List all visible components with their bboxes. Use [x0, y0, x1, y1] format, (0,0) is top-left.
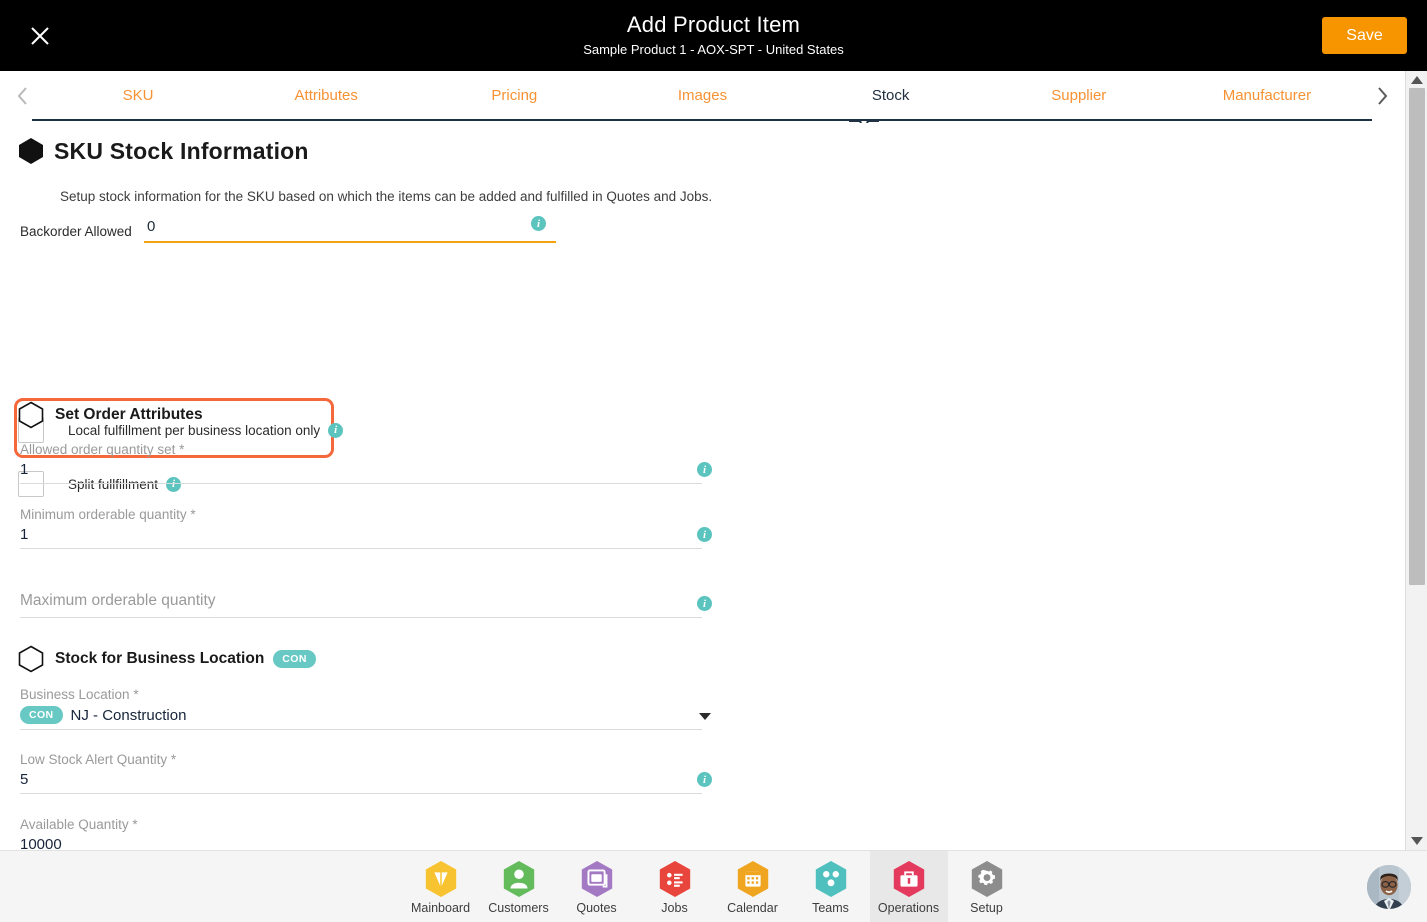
minimum-orderable-quantity-field[interactable]: Minimum orderable quantity * 1 i	[20, 507, 712, 549]
business-location-select[interactable]: Business Location * CON NJ - Construction	[20, 687, 711, 730]
mainboard-icon	[425, 860, 456, 898]
info-icon[interactable]: i	[697, 596, 712, 611]
allowed-order-quantity-value: 1	[20, 461, 29, 478]
modal-titlebar: Add Product Item Sample Product 1 - AOX-…	[0, 0, 1427, 71]
jobs-icon	[659, 860, 690, 898]
nav-item-customers[interactable]: Customers	[480, 851, 558, 922]
info-icon[interactable]: i	[697, 527, 712, 542]
backorder-allowed-label: Backorder Allowed	[20, 224, 132, 239]
nav-item-setup[interactable]: Setup	[948, 851, 1026, 922]
set-order-attributes-header: Set Order Attributes	[18, 401, 203, 429]
available-quantity-field[interactable]: Available Quantity * 10000	[20, 817, 702, 850]
status-badge: CON	[273, 650, 316, 668]
business-location-value-row: CON NJ - Construction	[20, 706, 702, 729]
nav-item-quotes[interactable]: Quotes	[558, 851, 636, 922]
setup-icon	[971, 860, 1002, 898]
nav-label-setup: Setup	[970, 901, 1003, 915]
nav-label-customers: Customers	[488, 901, 549, 915]
low-stock-alert-quantity-field[interactable]: Low Stock Alert Quantity * 5 i	[20, 752, 712, 794]
available-quantity-label: Available Quantity *	[20, 817, 138, 832]
maximum-orderable-quantity-placeholder: Maximum orderable quantity	[20, 592, 216, 609]
nav-label-quotes: Quotes	[576, 901, 617, 915]
tabs-scroll-right-button[interactable]	[1361, 71, 1405, 121]
nav-item-operations[interactable]: Operations	[869, 851, 948, 922]
available-quantity-value: 10000	[20, 836, 62, 850]
nav-label-calendar: Calendar	[727, 901, 778, 915]
hexagon-filled-icon	[18, 137, 44, 165]
vertical-scrollbar[interactable]	[1405, 71, 1427, 850]
quotes-icon	[581, 860, 612, 898]
chevron-right-icon	[1376, 86, 1389, 106]
business-location-value: NJ - Construction	[70, 707, 187, 724]
chevron-left-icon	[16, 86, 29, 106]
tab-underline	[32, 119, 1372, 121]
sku-stock-information-header: SKU Stock Information	[18, 137, 309, 165]
scroll-up-arrow-icon[interactable]	[1406, 71, 1427, 89]
page-subtitle: Sample Product 1 - AOX-SPT - United Stat…	[583, 42, 844, 57]
page-title: Add Product Item	[626, 12, 801, 37]
backorder-allowed-value: 0	[147, 218, 156, 235]
backorder-allowed-input[interactable]: 0 i	[144, 216, 556, 243]
nav-item-jobs[interactable]: Jobs	[636, 851, 714, 922]
stock-form-content: SKU Stock Information Setup stock inform…	[0, 123, 1405, 850]
scrollbar-thumb[interactable]	[1409, 88, 1425, 585]
avatar[interactable]	[1367, 865, 1411, 909]
info-icon[interactable]: i	[531, 216, 546, 231]
user-avatar-image	[1367, 865, 1411, 909]
add-product-item-modal: Add Product Item Sample Product 1 - AOX-…	[0, 0, 1427, 922]
info-icon[interactable]: i	[328, 422, 344, 438]
operations-icon	[893, 860, 924, 898]
tab-strip: SKU Attributes Pricing Images Stock Supp…	[0, 71, 1405, 133]
low-stock-alert-quantity-label: Low Stock Alert Quantity *	[20, 752, 177, 767]
tabs-scroll-left-button[interactable]	[0, 71, 44, 121]
hexagon-outline-icon	[18, 645, 44, 673]
info-icon[interactable]: i	[697, 772, 712, 787]
tab-sku[interactable]: SKU	[44, 71, 232, 121]
scroll-down-arrow-icon[interactable]	[1406, 832, 1427, 850]
hexagon-outline-icon	[18, 401, 44, 429]
tab-images[interactable]: Images	[608, 71, 796, 121]
set-order-attributes-title: Set Order Attributes	[55, 406, 203, 423]
teams-icon	[815, 860, 846, 898]
section-description: Setup stock information for the SKU base…	[60, 189, 713, 204]
bottom-navigation-bar: Mainboard Customers Quotes Jobs Calendar…	[0, 850, 1427, 922]
tab-supplier[interactable]: Supplier	[985, 71, 1173, 121]
allowed-order-quantity-field[interactable]: Allowed order quantity set * 1 i	[20, 442, 712, 484]
section-title: SKU Stock Information	[54, 137, 309, 164]
minimum-orderable-quantity-label: Minimum orderable quantity *	[20, 507, 196, 522]
tab-manufacturer[interactable]: Manufacturer	[1173, 71, 1361, 121]
tab-attributes[interactable]: Attributes	[232, 71, 420, 121]
nav-item-teams[interactable]: Teams	[792, 851, 870, 922]
maximum-orderable-quantity-field[interactable]: Maximum orderable quantity i	[20, 586, 712, 618]
tab-pricing[interactable]: Pricing	[420, 71, 608, 121]
business-location-label: Business Location *	[20, 687, 139, 702]
tab-stock[interactable]: Stock	[797, 71, 985, 121]
calendar-icon	[737, 860, 768, 898]
stock-for-business-location-header: Stock for Business Location CON	[18, 645, 316, 673]
nav-item-mainboard[interactable]: Mainboard	[402, 851, 480, 922]
nav-label-mainboard: Mainboard	[410, 901, 471, 915]
nav-label-operations: Operations	[877, 901, 940, 915]
business-location-badge: CON	[20, 706, 63, 724]
save-button[interactable]: Save	[1322, 17, 1407, 54]
low-stock-alert-quantity-value: 5	[20, 771, 29, 788]
info-icon[interactable]: i	[697, 462, 712, 477]
nav-label-teams: Teams	[812, 901, 849, 915]
chevron-down-icon[interactable]	[699, 713, 711, 720]
allowed-order-quantity-label: Allowed order quantity set *	[20, 442, 185, 457]
modal-title-block: Add Product Item Sample Product 1 - AOX-…	[0, 0, 1427, 71]
nav-label-jobs: Jobs	[661, 901, 688, 915]
minimum-orderable-quantity-value: 1	[20, 526, 29, 543]
backorder-allowed-row: Backorder Allowed 0 i	[20, 216, 556, 243]
customers-icon	[503, 860, 534, 898]
stock-for-business-location-title: Stock for Business Location	[55, 650, 265, 667]
nav-item-calendar[interactable]: Calendar	[714, 851, 792, 922]
